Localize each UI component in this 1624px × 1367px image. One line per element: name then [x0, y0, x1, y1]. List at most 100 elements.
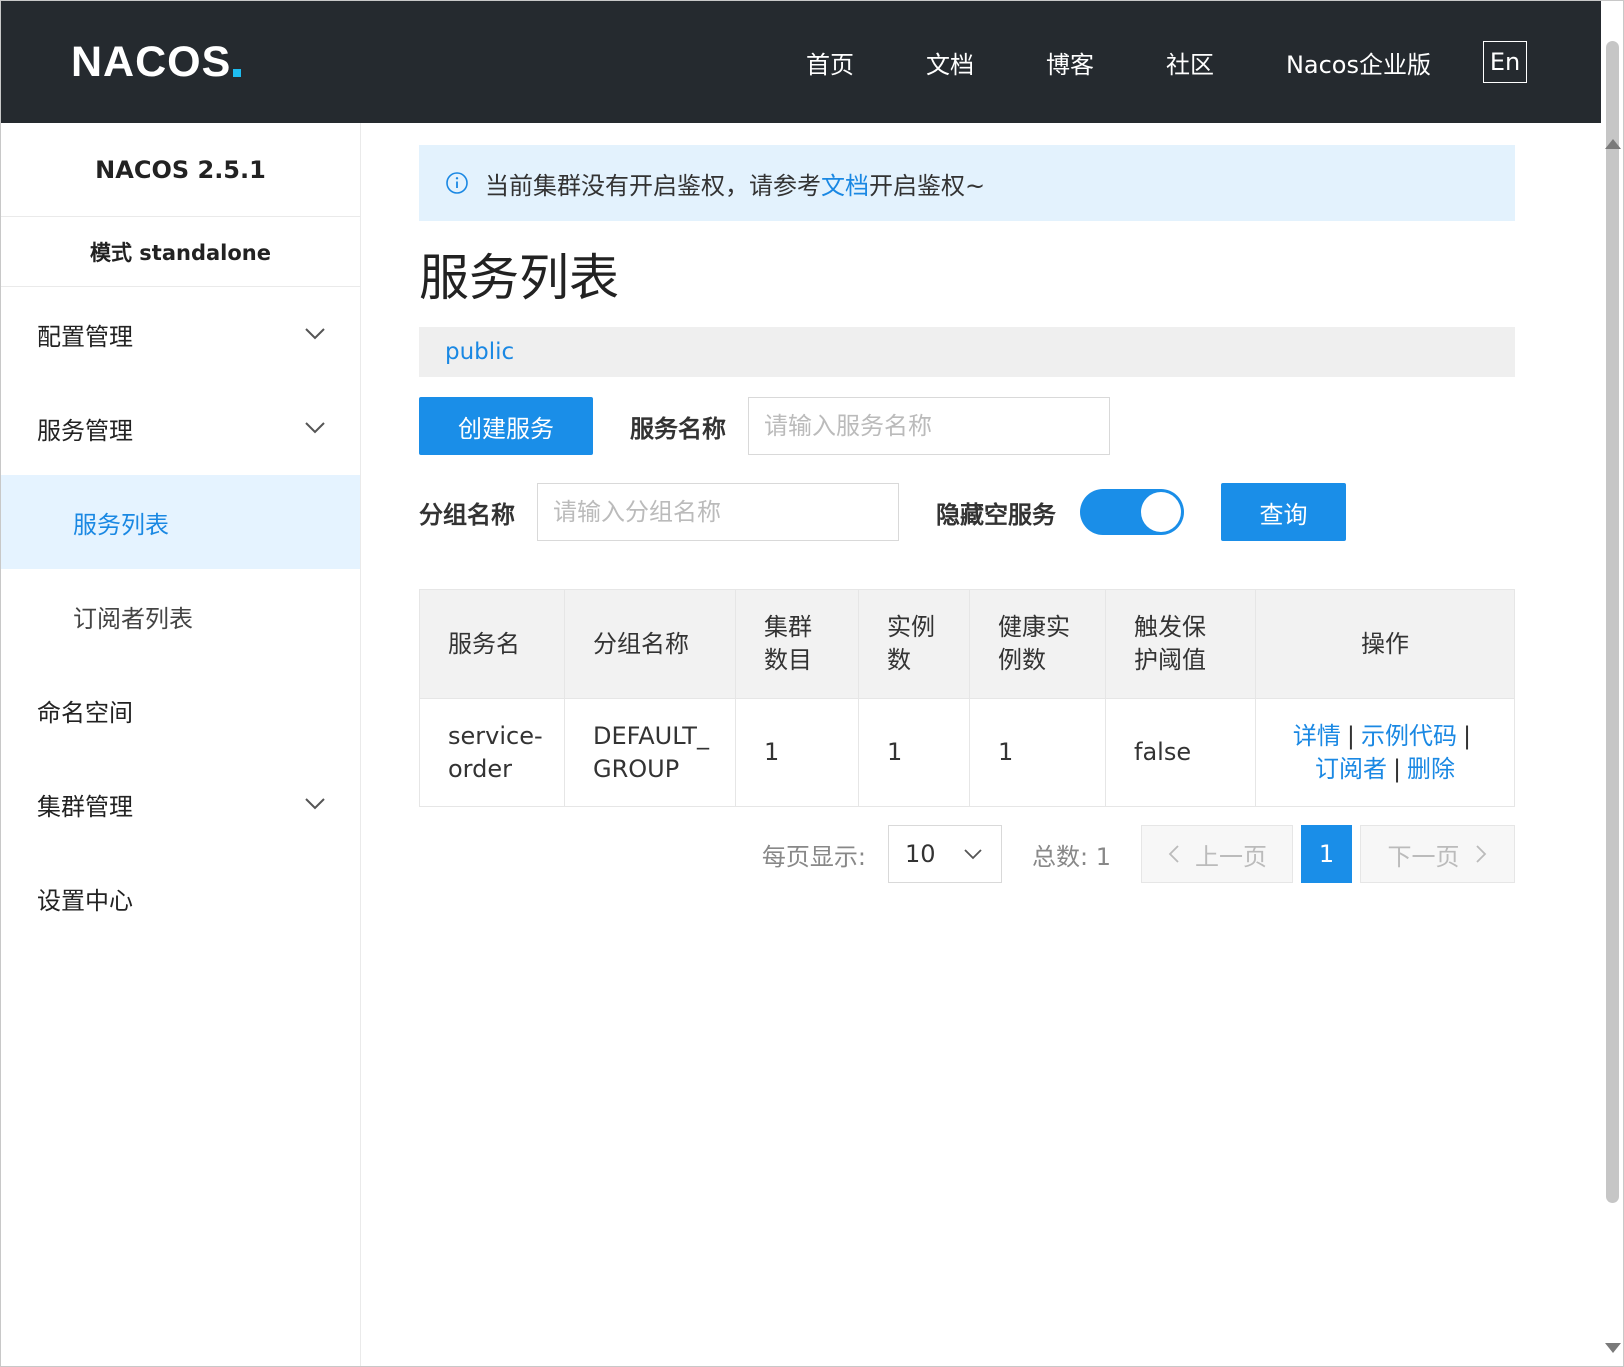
- sidebar-item-cluster-management[interactable]: 集群管理: [1, 757, 360, 851]
- nav-blog[interactable]: 博客: [1046, 45, 1094, 80]
- hide-empty-label: 隐藏空服务: [936, 500, 1056, 529]
- col-label: 操作: [1361, 629, 1409, 658]
- subscribers-link[interactable]: 订阅者: [1315, 755, 1387, 783]
- page-1-button[interactable]: 1: [1301, 825, 1352, 883]
- service-name-label: 服务名称: [630, 414, 726, 443]
- cell-text: service- order: [448, 721, 543, 783]
- col-group-name: 分组名称: [564, 589, 736, 699]
- version-label: NACOS 2.5.1: [1, 123, 360, 217]
- language-switch-button[interactable]: En: [1483, 41, 1527, 83]
- cell-cluster-count: 1: [735, 698, 859, 807]
- col-label: 服务名: [448, 629, 520, 658]
- sidebar-item-settings[interactable]: 设置中心: [1, 851, 360, 945]
- page-size-select[interactable]: 10: [888, 825, 1003, 883]
- top-nav-bar: NACOS 首页 文档 博客 社区 Nacos企业版 En: [1, 1, 1601, 123]
- namespace-bar: public: [419, 327, 1515, 377]
- chevron-left-icon: [1168, 845, 1179, 863]
- cell-service-name: service- order: [419, 698, 565, 807]
- vertical-scrollbar[interactable]: [1601, 1, 1623, 1366]
- prev-label: 上一页: [1195, 842, 1267, 871]
- page-title: 服务列表: [419, 249, 619, 307]
- create-service-button[interactable]: 创建服务: [419, 397, 593, 455]
- col-label: 健康实 例数: [998, 613, 1070, 674]
- sidebar-item-label: 集群管理: [37, 792, 133, 821]
- chevron-down-icon: [964, 849, 982, 860]
- sidebar-item-label: 设置中心: [37, 886, 133, 915]
- query-button[interactable]: 查询: [1221, 483, 1346, 541]
- logo-dot: [233, 69, 242, 77]
- col-label: 分组名称: [593, 629, 689, 658]
- page-size-label: 每页显示:: [761, 842, 867, 871]
- service-name-input[interactable]: [748, 397, 1110, 455]
- col-instance-count: 实例 数: [858, 589, 970, 699]
- table-header-row: 服务名 分组名称 集群 数目 实例 数 健康实 例数 触发保 护阈值 操作: [419, 589, 1515, 699]
- auth-notice: 当前集群没有开启鉴权，请参考 文档 开启鉴权~: [419, 145, 1515, 221]
- sidebar-item-namespace[interactable]: 命名空间: [1, 663, 360, 757]
- chevron-down-icon: [305, 798, 325, 810]
- prev-page-button[interactable]: 上一页: [1141, 825, 1293, 883]
- cell-healthy-count: 1: [969, 698, 1106, 807]
- notice-text-after: 开启鉴权~: [869, 171, 986, 200]
- delete-link[interactable]: 删除: [1407, 755, 1455, 783]
- toggle-knob: [1141, 492, 1181, 532]
- group-name-label: 分组名称: [419, 500, 515, 529]
- top-nav: 首页 文档 博客 社区 Nacos企业版: [806, 39, 1431, 85]
- next-page-button[interactable]: 下一页: [1360, 825, 1515, 883]
- scrollbar-thumb[interactable]: [1606, 41, 1619, 1203]
- page-size-value: 10: [905, 840, 936, 868]
- service-table: 服务名 分组名称 集群 数目 实例 数 健康实 例数 触发保 护阈值 操作 se…: [419, 589, 1515, 807]
- mode-label: 模式 standalone: [1, 217, 360, 287]
- separator: |: [1463, 721, 1472, 750]
- logo-text: NACOS: [71, 37, 232, 86]
- sidebar-item-subscriber-list[interactable]: 订阅者列表: [1, 569, 360, 663]
- hide-empty-toggle[interactable]: [1080, 489, 1184, 535]
- separator: |: [1346, 721, 1355, 750]
- sidebar-item-service-management[interactable]: 服务管理: [1, 381, 360, 475]
- namespace-public-link[interactable]: public: [445, 339, 514, 365]
- scroll-up-arrow-icon[interactable]: [1605, 139, 1621, 149]
- col-label: 集群 数目: [764, 613, 812, 674]
- nav-community[interactable]: 社区: [1166, 45, 1214, 80]
- col-actions: 操作: [1255, 589, 1515, 699]
- nav-home[interactable]: 首页: [806, 45, 854, 80]
- scroll-down-arrow-icon[interactable]: [1605, 1343, 1621, 1353]
- cell-instance-count: 1: [858, 698, 970, 807]
- sidebar: NACOS 2.5.1 模式 standalone 配置管理 服务管理 服务列表…: [1, 123, 361, 1366]
- sample-code-link[interactable]: 示例代码: [1361, 722, 1457, 750]
- action-line-2: 订阅者 | 删除: [1256, 753, 1514, 786]
- col-healthy-count: 健康实 例数: [969, 589, 1106, 699]
- filter-row-2: 分组名称 隐藏空服务 查询: [419, 483, 1346, 541]
- nav-enterprise[interactable]: Nacos企业版: [1286, 45, 1431, 80]
- chevron-down-icon: [305, 422, 325, 434]
- detail-link[interactable]: 详情: [1293, 722, 1341, 750]
- chevron-down-icon: [305, 328, 325, 340]
- col-cluster-count: 集群 数目: [735, 589, 859, 699]
- browser-window: NACOS 首页 文档 博客 社区 Nacos企业版 En NACOS 2.5.…: [0, 0, 1624, 1367]
- filter-row-1: 创建服务 服务名称: [419, 397, 1110, 455]
- cell-text: DEFAULT_ GROUP: [593, 721, 709, 783]
- pagination: 每页显示: 10 总数: 1 上一页 1 下一页: [762, 825, 1515, 883]
- notice-text-before: 当前集群没有开启鉴权，请参考: [485, 171, 821, 200]
- cell-group-name: DEFAULT_ GROUP: [564, 698, 736, 807]
- col-label: 触发保 护阈值: [1134, 613, 1206, 674]
- nacos-logo[interactable]: NACOS: [71, 37, 242, 87]
- col-label: 实例 数: [887, 613, 935, 674]
- nav-docs[interactable]: 文档: [926, 45, 974, 80]
- sidebar-item-service-list[interactable]: 服务列表: [1, 475, 360, 569]
- total-count: 总数: 1: [1032, 842, 1111, 871]
- action-line-1: 详情 | 示例代码 |: [1256, 720, 1514, 753]
- group-name-input[interactable]: [537, 483, 899, 541]
- table-row: service- order DEFAULT_ GROUP 1 1 1 fals…: [419, 698, 1515, 807]
- col-protect-threshold: 触发保 护阈值: [1105, 589, 1256, 699]
- cell-protect-threshold: false: [1105, 698, 1256, 807]
- col-service-name: 服务名: [419, 589, 565, 699]
- sidebar-item-label: 配置管理: [37, 322, 133, 351]
- next-label: 下一页: [1387, 842, 1460, 871]
- sidebar-item-label: 命名空间: [37, 698, 133, 727]
- notice-docs-link[interactable]: 文档: [821, 166, 869, 201]
- chevron-right-icon: [1475, 845, 1486, 863]
- sidebar-item-label: 服务管理: [37, 416, 133, 445]
- separator: |: [1392, 754, 1402, 783]
- main-content: 当前集群没有开启鉴权，请参考 文档 开启鉴权~ 服务列表 public 创建服务 服…: [419, 123, 1515, 883]
- sidebar-item-config-management[interactable]: 配置管理: [1, 287, 360, 381]
